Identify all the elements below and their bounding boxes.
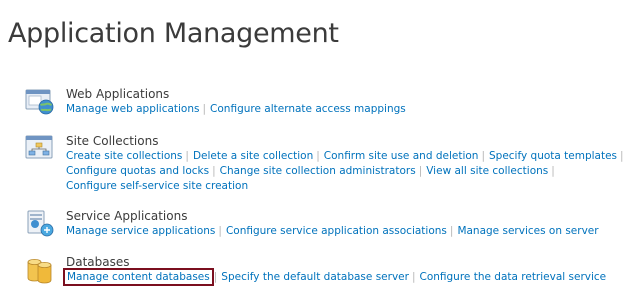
section-title-web-applications: Web Applications xyxy=(66,87,170,101)
web-application-icon xyxy=(25,89,54,115)
manage-content-databases-link[interactable]: Manage content databases xyxy=(63,268,214,286)
service-applications-links: Manage service applications | Configure se… xyxy=(66,224,626,239)
site-collection-icon xyxy=(25,135,53,159)
site-collections-links: Create site collections | Delete a site co… xyxy=(66,149,626,194)
create-site-collections-link[interactable]: Create site collections xyxy=(66,150,182,162)
link-separator: | xyxy=(449,225,454,237)
specify-quota-templates-link[interactable]: Specify quota templates xyxy=(489,150,617,162)
section-title-databases: Databases xyxy=(66,255,130,269)
view-all-site-collections-link[interactable]: View all site collections xyxy=(426,165,548,177)
section-title-service-applications: Service Applications xyxy=(66,209,188,223)
confirm-site-use-and-deletion-link[interactable]: Confirm site use and deletion xyxy=(324,150,479,162)
delete-site-collection-link[interactable]: Delete a site collection xyxy=(193,150,313,162)
link-separator: | xyxy=(185,150,189,162)
link-separator: | xyxy=(202,103,207,115)
link-separator: | xyxy=(212,165,216,177)
manage-web-applications-link[interactable]: Manage web applications xyxy=(66,103,200,115)
configure-data-retrieval-service-link[interactable]: Configure the data retrieval service xyxy=(419,271,606,283)
web-applications-links: Manage web applications | Configure altern… xyxy=(66,102,626,117)
link-separator: | xyxy=(481,150,485,162)
configure-alternate-access-mappings-link[interactable]: Configure alternate access mappings xyxy=(210,103,406,115)
specify-default-database-server-link[interactable]: Specify the default database server xyxy=(221,271,409,283)
link-separator: | xyxy=(551,165,555,177)
link-separator: | xyxy=(620,150,624,162)
section-title-site-collections: Site Collections xyxy=(66,134,159,148)
service-application-icon xyxy=(27,210,54,237)
databases-links: Manage content databases | Specify the def… xyxy=(63,268,626,286)
link-separator: | xyxy=(316,150,320,162)
configure-service-application-associations-link[interactable]: Configure service application associatio… xyxy=(226,225,447,237)
link-separator: | xyxy=(213,271,218,283)
page-title: Application Management xyxy=(8,18,339,49)
manage-service-applications-link[interactable]: Manage service applications xyxy=(66,225,215,237)
link-separator: | xyxy=(418,165,423,177)
manage-services-on-server-link[interactable]: Manage services on server xyxy=(457,225,598,237)
change-site-collection-administrators-link[interactable]: Change site collection administrators xyxy=(220,165,416,177)
database-icon xyxy=(27,259,52,284)
link-separator: | xyxy=(218,225,222,237)
configure-self-service-site-creation-link[interactable]: Configure self-service site creation xyxy=(66,180,248,192)
link-separator: | xyxy=(411,271,416,283)
configure-quotas-and-locks-link[interactable]: Configure quotas and locks xyxy=(66,165,209,177)
